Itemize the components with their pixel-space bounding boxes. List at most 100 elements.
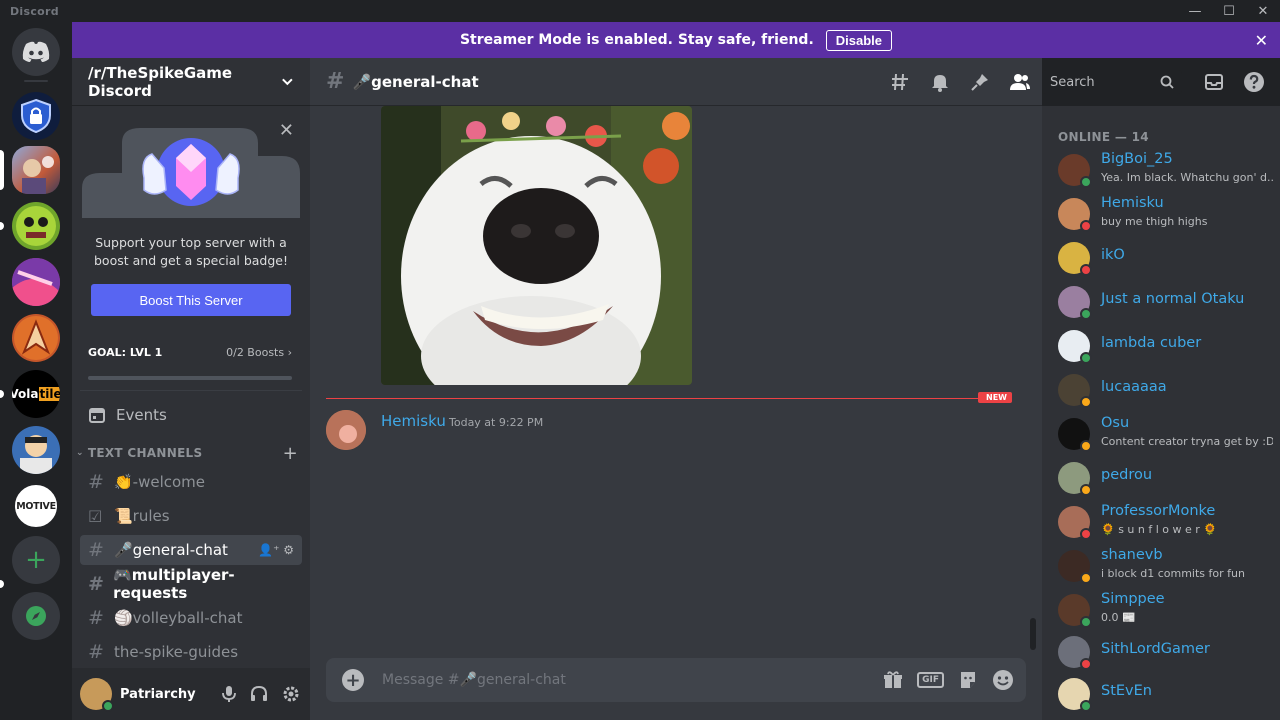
online-heading: ONLINE — 14 — [1058, 130, 1149, 144]
member-name: StEvEn — [1101, 683, 1152, 699]
server-pink-pattern[interactable] — [12, 258, 60, 306]
hash-icon: # — [88, 607, 104, 629]
explore-servers-button[interactable] — [12, 592, 60, 640]
channel-welcome[interactable]: # 👏-welcome — [80, 467, 302, 497]
banner-close-icon[interactable]: ✕ — [1255, 31, 1268, 50]
chat-area: # 🎤general-chat NEW Hemisku Today at 9:2… — [310, 58, 1042, 720]
green-monster-icon — [16, 206, 56, 246]
server-flame-logo[interactable] — [12, 314, 60, 362]
member-name: lucaaaaa — [1101, 379, 1167, 395]
member-name: Hemisku — [1101, 195, 1164, 211]
member-status-indicator — [1080, 484, 1092, 496]
channel-volleyball-chat[interactable]: # 🏐volleyball-chat — [80, 603, 302, 633]
server-green-monster[interactable] — [12, 202, 60, 250]
search-input[interactable]: Search — [1050, 75, 1095, 90]
channel-multiplayer-requests[interactable]: # 🎮multiplayer-requests — [80, 566, 302, 602]
guild-header[interactable]: /r/TheSpikeGame Discord — [72, 58, 310, 106]
events-link[interactable]: Events — [88, 398, 294, 432]
flame-logo-icon — [14, 316, 58, 360]
add-attachment-plus-icon[interactable]: + — [342, 669, 364, 691]
member-name: Just a normal Otaku — [1101, 291, 1245, 307]
inbox-icon[interactable] — [1194, 72, 1234, 92]
member-item[interactable]: lambda cuber — [1058, 326, 1274, 366]
discord-logo-icon — [22, 41, 50, 62]
channel-general-chat[interactable]: # 🎤general-chat 👤⁺ ⚙ — [80, 535, 302, 565]
gift-icon[interactable] — [883, 670, 903, 690]
boost-card-close-icon[interactable]: ✕ — [279, 120, 294, 141]
message-author[interactable]: Hemisku — [381, 412, 446, 430]
user-panel: Patriarchy — [72, 668, 310, 720]
chat-scrollbar[interactable] — [1030, 618, 1036, 650]
member-item[interactable]: Just a normal Otaku — [1058, 282, 1274, 322]
member-list-icon[interactable] — [1000, 72, 1040, 92]
member-custom-status: Yea. Im black. Whatchu gon' d... — [1101, 171, 1273, 184]
member-item[interactable]: pedrou — [1058, 458, 1274, 498]
member-avatar — [1058, 506, 1092, 540]
user-settings-gear-icon[interactable] — [282, 685, 300, 703]
message-composer[interactable]: + Message #🎤general-chat GIF — [326, 658, 1026, 702]
message-input[interactable]: Message #🎤general-chat — [382, 672, 566, 688]
category-text-channels[interactable]: ⌄ TEXT CHANNELS + — [76, 443, 300, 464]
member-name: Osu — [1101, 415, 1130, 431]
member-item[interactable]: BigBoi_25 Yea. Im black. Whatchu gon' d..… — [1058, 150, 1274, 190]
member-status-indicator — [1080, 658, 1092, 670]
channel-the-spike-guides[interactable]: # the-spike-guides — [80, 637, 302, 667]
member-item[interactable]: SithLordGamer — [1058, 632, 1274, 672]
boost-goal[interactable]: GOAL: LVL 1 0/2 Boosts › — [88, 346, 292, 359]
threads-icon[interactable] — [880, 72, 920, 92]
member-avatar — [1058, 550, 1092, 584]
image-attachment[interactable] — [381, 106, 692, 385]
channel-settings-gear-icon[interactable]: ⚙ — [283, 543, 294, 557]
user-avatar[interactable] — [80, 678, 114, 712]
boost-progress-bar — [88, 376, 292, 380]
member-item[interactable]: Simppee 0.0 📰 — [1058, 590, 1274, 630]
message-timestamp: Today at 9:22 PM — [449, 416, 544, 429]
server-avatar-blue[interactable] — [12, 426, 60, 474]
message-avatar[interactable] — [326, 410, 366, 450]
create-channel-plus-icon[interactable]: + — [283, 443, 298, 464]
member-name: shanevb — [1101, 547, 1163, 563]
member-custom-status: 🌻 s u n f l o w e r 🌻 — [1101, 523, 1217, 536]
member-item[interactable]: lucaaaaa — [1058, 370, 1274, 410]
title-bar: Discord — ☐ ✕ — [0, 0, 1280, 22]
member-item[interactable]: StEvEn — [1058, 674, 1274, 714]
disable-streamer-mode-button[interactable]: Disable — [825, 29, 893, 51]
gif-button[interactable]: GIF — [917, 672, 944, 688]
notification-bell-icon[interactable] — [920, 72, 960, 92]
maximize-icon[interactable]: ☐ — [1212, 0, 1246, 22]
sticker-icon[interactable] — [958, 670, 978, 690]
member-item[interactable]: shanevb i block d1 commits for fun — [1058, 546, 1274, 586]
member-avatar — [1058, 330, 1092, 364]
emoji-icon[interactable] — [992, 669, 1014, 691]
member-item[interactable]: ikO — [1058, 238, 1274, 278]
channel-sidebar: /r/TheSpikeGame Discord ✕ Support your t… — [0, 58, 310, 720]
minimize-icon[interactable]: — — [1178, 0, 1212, 22]
boost-this-server-button[interactable]: Boost This Server — [91, 284, 291, 316]
channel-rules[interactable]: ☑ 📜rules — [80, 501, 302, 531]
add-server-button[interactable]: + — [12, 536, 60, 584]
microphone-icon[interactable] — [222, 685, 236, 703]
chat-channel-name: 🎤general-chat — [352, 72, 479, 91]
hash-icon: # — [88, 471, 104, 493]
server-volatile[interactable]: Vola tile — [12, 370, 60, 418]
member-item[interactable]: Osu Content creator tryna get by :D — [1058, 414, 1274, 454]
member-item[interactable]: ProfessorMonke 🌻 s u n f l o w e r 🌻 — [1058, 502, 1274, 542]
member-item[interactable]: Hemisku buy me thigh highs — [1058, 194, 1274, 234]
pinned-messages-icon[interactable] — [960, 72, 1000, 92]
boost-promo-text: Support your top server with a boost and… — [94, 235, 288, 268]
server-security[interactable] — [12, 92, 60, 140]
volatile-label: Vola — [12, 387, 39, 401]
member-name: ikO — [1101, 247, 1125, 263]
close-window-icon[interactable]: ✕ — [1246, 0, 1280, 22]
server-motive[interactable]: MOTIVE — [12, 482, 60, 530]
server-thespikegame[interactable] — [12, 146, 60, 194]
search-box[interactable]: Search — [1042, 70, 1182, 94]
help-icon[interactable] — [1234, 71, 1274, 93]
headphones-icon[interactable] — [250, 685, 268, 703]
search-icon — [1160, 75, 1174, 89]
channel-label: 📜rules — [114, 507, 170, 525]
home-button[interactable] — [12, 28, 60, 76]
server-rail: Vola tile MOTIVE + — [0, 22, 72, 720]
app-brand: Discord — [10, 4, 59, 18]
invite-member-icon[interactable]: 👤⁺ — [258, 543, 279, 557]
